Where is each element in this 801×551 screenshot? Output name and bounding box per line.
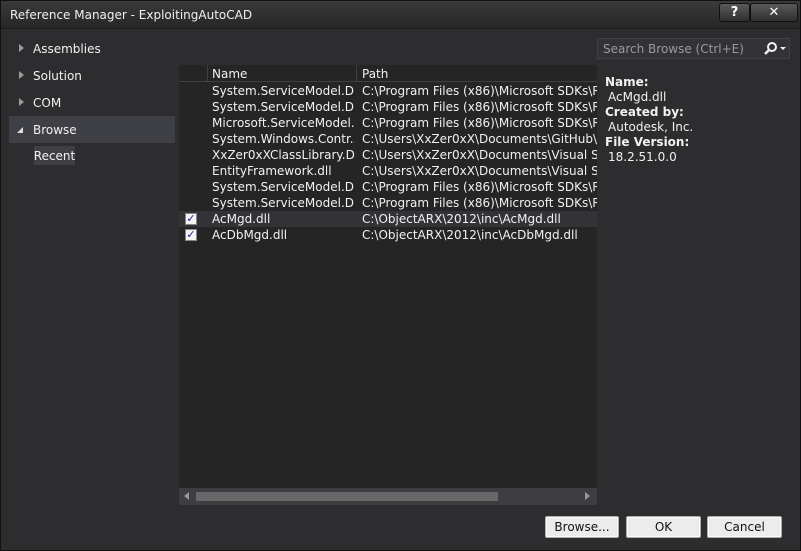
table-row[interactable]: XxZer0xXClassLibrary.Da... C:\Users\XxZe… (179, 147, 597, 163)
search-box[interactable]: Search Browse (Ctrl+E) (597, 38, 790, 59)
row-path: C:\Program Files (x86)\Microsoft SDKs\RI… (362, 116, 597, 130)
list-header: Name Path (179, 65, 597, 82)
reference-manager-dialog: Reference Manager - ExploitingAutoCAD ? … (0, 0, 801, 551)
scrollbar-thumb[interactable] (196, 492, 498, 501)
row-name: AcMgd.dll (212, 212, 271, 226)
scroll-right-icon[interactable] (585, 492, 590, 500)
search-icon[interactable] (763, 41, 787, 57)
include-checkbox[interactable]: ✓ (185, 229, 197, 241)
row-name: EntityFramework.dll (212, 164, 332, 178)
table-row[interactable]: EntityFramework.dll C:\Users\XxZer0xX\Do… (179, 163, 597, 179)
nav-item-solution[interactable]: Solution (9, 62, 175, 89)
nav-item-assemblies[interactable]: Assemblies (9, 35, 175, 62)
collapse-arrow-icon[interactable] (17, 127, 23, 133)
column-separator[interactable] (207, 65, 208, 82)
row-path: C:\ObjectARX\2012\inc\AcDbMgd.dll (362, 228, 578, 242)
table-row[interactable]: System.ServiceModel.D... C:\Program File… (179, 83, 597, 99)
cancel-button[interactable]: Cancel (707, 516, 782, 538)
row-name: System.ServiceModel.D... (212, 84, 355, 98)
row-name: System.ServiceModel.D... (212, 100, 355, 114)
details-created-label: Created by: (605, 105, 684, 119)
row-path: C:\Program Files (x86)\Microsoft SDKs\RI… (362, 180, 597, 194)
close-button[interactable]: ✕ (750, 3, 798, 22)
nav-item-browse[interactable]: Browse (9, 116, 175, 143)
nav-item-label: Browse (33, 122, 77, 137)
nav-item-label: Solution (33, 68, 82, 83)
row-path: C:\Users\XxZer0xX\Documents\GitHub\Inqu (362, 132, 597, 146)
table-row[interactable]: ✓ AcDbMgd.dll C:\ObjectARX\2012\inc\AcDb… (179, 227, 597, 243)
scroll-left-icon[interactable] (184, 492, 189, 500)
search-input[interactable]: Search Browse (Ctrl+E) (603, 42, 744, 56)
title-bar: Reference Manager - ExploitingAutoCAD ? … (1, 1, 800, 29)
details-panel: Name: AcMgd.dll Created by: Autodesk, In… (605, 75, 795, 165)
row-name: XxZer0xXClassLibrary.Da... (212, 148, 355, 162)
row-path: C:\Program Files (x86)\Microsoft SDKs\RI… (362, 84, 597, 98)
table-row[interactable]: Microsoft.ServiceModel.... C:\Program Fi… (179, 115, 597, 131)
include-checkbox[interactable]: ✓ (185, 213, 197, 225)
help-button[interactable]: ? (719, 3, 750, 22)
details-name-value: AcMgd.dll (608, 90, 667, 104)
row-name: System.Windows.Contr... (212, 132, 355, 146)
expand-arrow-icon[interactable] (19, 71, 24, 79)
horizontal-scrollbar[interactable] (179, 488, 597, 505)
help-icon: ? (730, 5, 739, 20)
ok-button[interactable]: OK (626, 516, 701, 538)
row-name: Microsoft.ServiceModel.... (212, 116, 355, 130)
close-icon: ✕ (768, 5, 780, 20)
column-header-path[interactable]: Path (362, 67, 388, 81)
column-header-name[interactable]: Name (212, 67, 247, 81)
row-path: C:\Program Files (x86)\Microsoft SDKs\RI… (362, 196, 597, 210)
nav-subitem-recent[interactable]: Recent (34, 146, 75, 165)
row-path: C:\ObjectARX\2012\inc\AcMgd.dll (362, 212, 561, 226)
row-path: C:\Users\XxZer0xX\Documents\Visual Studi… (362, 148, 597, 162)
expand-arrow-icon[interactable] (19, 44, 24, 52)
details-name-label: Name: (605, 75, 649, 89)
row-name: AcDbMgd.dll (212, 228, 288, 242)
table-row[interactable]: System.ServiceModel.D... C:\Program File… (179, 179, 597, 195)
reference-list: Name Path System.ServiceModel.D... C:\Pr… (179, 65, 597, 505)
expand-arrow-icon[interactable] (19, 98, 24, 106)
column-separator[interactable] (356, 65, 357, 82)
details-version-label: File Version: (605, 135, 690, 149)
table-row[interactable]: System.ServiceModel.D... C:\Program File… (179, 99, 597, 115)
row-name: System.ServiceModel.D... (212, 180, 355, 194)
window-title: Reference Manager - ExploitingAutoCAD (10, 8, 253, 22)
table-row[interactable]: ✓ AcMgd.dll C:\ObjectARX\2012\inc\AcMgd.… (179, 211, 597, 227)
category-nav: Assemblies Solution COM Browse (9, 35, 175, 143)
table-row[interactable]: System.Windows.Contr... C:\Users\XxZer0x… (179, 131, 597, 147)
browse-button[interactable]: Browse... (545, 516, 619, 538)
nav-item-label: Assemblies (33, 41, 101, 56)
row-path: C:\Users\XxZer0xX\Documents\Visual Studi… (362, 164, 597, 178)
row-name: System.ServiceModel.D... (212, 196, 355, 210)
row-path: C:\Program Files (x86)\Microsoft SDKs\RI… (362, 100, 597, 114)
table-row[interactable]: System.ServiceModel.D... C:\Program File… (179, 195, 597, 211)
nav-item-label: COM (33, 95, 62, 110)
nav-item-com[interactable]: COM (9, 89, 175, 116)
details-version-value: 18.2.51.0.0 (608, 150, 677, 164)
details-created-value: Autodesk, Inc. (608, 120, 694, 134)
